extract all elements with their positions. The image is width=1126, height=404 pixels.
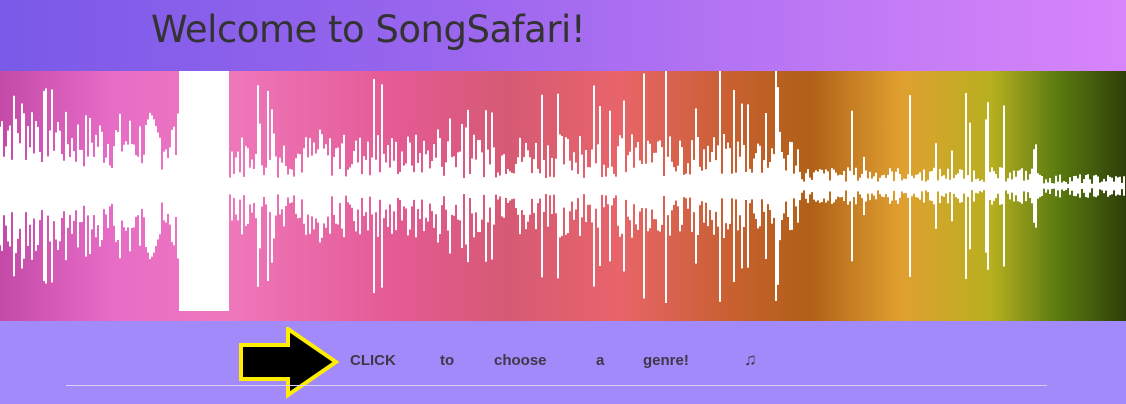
arrow-right-icon <box>239 327 340 399</box>
header: Welcome to SongSafari! <box>0 0 1126 71</box>
prompt-word-choose: choose <box>494 352 547 369</box>
prompt-word-to: to <box>440 352 455 369</box>
prompt-word-genre: genre! <box>643 352 689 369</box>
music-note-icon[interactable]: ♫ <box>744 350 757 370</box>
waveform-graphic <box>0 71 1125 311</box>
waveform-banner-image <box>0 71 1126 321</box>
waveform-path <box>0 71 1125 311</box>
divider <box>66 385 1047 386</box>
page-title: Welcome to SongSafari! <box>151 8 586 51</box>
prompt-word-a: a <box>596 352 605 369</box>
prompt-word-click[interactable]: CLICK <box>350 352 396 369</box>
